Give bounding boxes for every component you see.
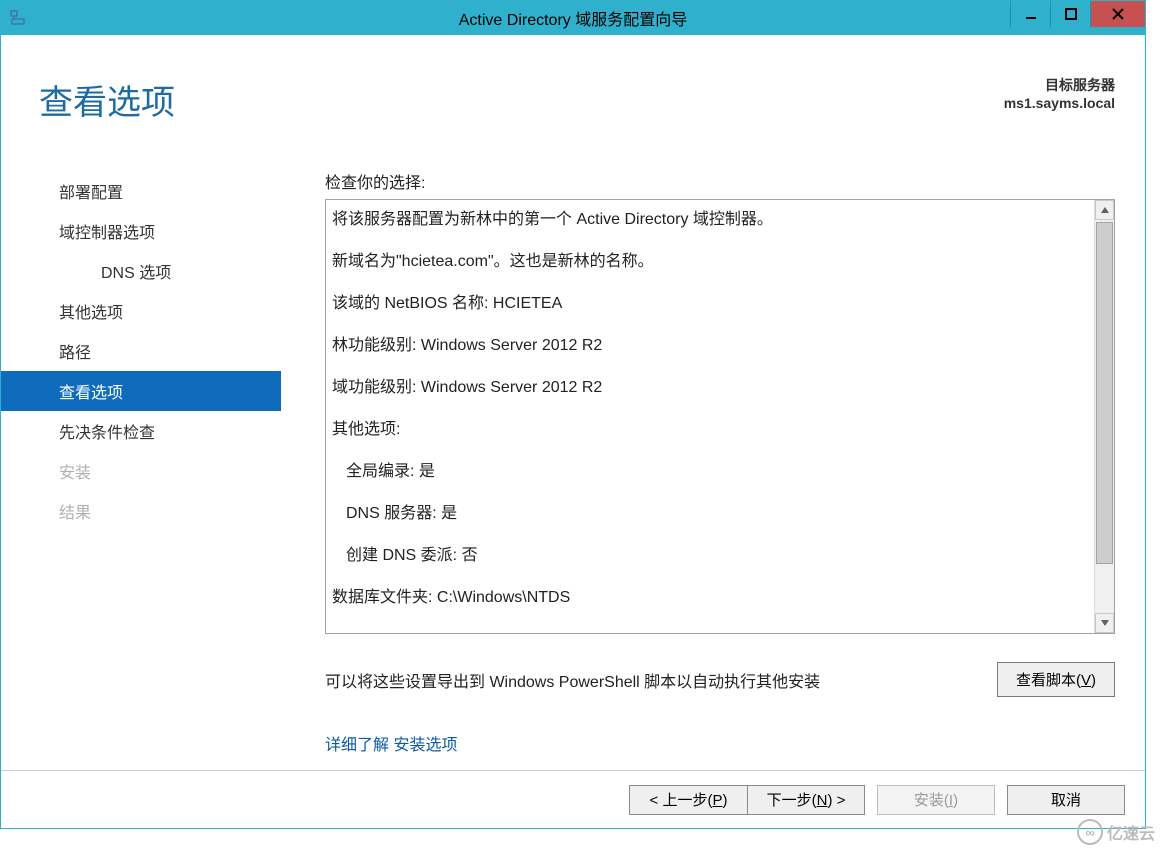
review-line-2: 该域的 NetBIOS 名称: HCIETEA — [332, 292, 1084, 316]
nav-button-group: < 上一步(P) 下一步(N) > — [629, 785, 865, 815]
review-line-9: 数据库文件夹: C:\Windows\NTDS — [332, 586, 1084, 610]
titlebar: Active Directory 域服务配置向导 — [1, 1, 1145, 35]
learn-more-row: 详细了解 安装选项 — [325, 731, 1115, 755]
sidebar-item-6[interactable]: 先决条件检查 — [1, 411, 281, 451]
sidebar-item-3[interactable]: 其他选项 — [1, 291, 281, 331]
maximize-button[interactable] — [1050, 1, 1090, 27]
install-button[interactable]: 安装(I) — [877, 785, 995, 815]
review-line-5: 其他选项: — [332, 418, 1084, 442]
window-title: Active Directory 域服务配置向导 — [1, 6, 1145, 30]
footer: < 上一步(P) 下一步(N) > 安装(I) 取消 — [1, 770, 1145, 828]
scroll-down-icon[interactable] — [1095, 613, 1114, 633]
review-line-6: 全局编录: 是 — [332, 460, 1084, 484]
body-area: 查看选项 目标服务器 ms1.sayms.local 部署配置域控制器选项DNS… — [1, 35, 1145, 828]
review-label: 检查你的选择: — [325, 169, 1115, 193]
sidebar-item-4[interactable]: 路径 — [1, 331, 281, 371]
view-script-button[interactable]: 查看脚本(V) — [997, 662, 1115, 697]
target-server-label: 目标服务器 — [1004, 75, 1115, 95]
review-line-8: 创建 DNS 委派: 否 — [332, 544, 1084, 568]
sidebar-item-5[interactable]: 查看选项 — [1, 371, 281, 411]
review-box: 将该服务器配置为新林中的第一个 Active Directory 域控制器。新域… — [325, 199, 1115, 634]
scrollbar[interactable] — [1094, 200, 1114, 633]
export-text: 可以将这些设置导出到 Windows PowerShell 脚本以自动执行其他安… — [325, 668, 820, 692]
sidebar-item-7: 安装 — [1, 451, 281, 491]
export-row: 可以将这些设置导出到 Windows PowerShell 脚本以自动执行其他安… — [325, 662, 1115, 697]
watermark: ∞ 亿速云 — [1077, 819, 1155, 845]
review-line-3: 林功能级别: Windows Server 2012 R2 — [332, 334, 1084, 358]
titlebar-buttons — [1010, 1, 1145, 27]
review-line-0: 将该服务器配置为新林中的第一个 Active Directory 域控制器。 — [332, 208, 1084, 232]
header-row: 查看选项 目标服务器 ms1.sayms.local — [1, 35, 1145, 134]
page-heading: 查看选项 — [39, 75, 175, 124]
learn-more-link[interactable]: 详细了解 — [325, 737, 389, 754]
target-server-value: ms1.sayms.local — [1004, 95, 1115, 111]
sidebar-item-8: 结果 — [1, 491, 281, 531]
app-icon — [9, 8, 29, 28]
sidebar-item-1[interactable]: 域控制器选项 — [1, 211, 281, 251]
main-pane: 检查你的选择: 将该服务器配置为新林中的第一个 Active Directory… — [281, 163, 1145, 758]
review-content: 将该服务器配置为新林中的第一个 Active Directory 域控制器。新域… — [326, 200, 1094, 633]
next-button[interactable]: 下一步(N) > — [747, 785, 865, 815]
close-button[interactable] — [1090, 1, 1145, 27]
watermark-icon: ∞ — [1077, 819, 1103, 845]
sidebar-item-2[interactable]: DNS 选项 — [1, 251, 281, 291]
scroll-up-icon[interactable] — [1095, 200, 1114, 220]
review-line-7: DNS 服务器: 是 — [332, 502, 1084, 526]
scroll-thumb[interactable] — [1096, 222, 1113, 564]
previous-button[interactable]: < 上一步(P) — [629, 785, 747, 815]
target-server-box: 目标服务器 ms1.sayms.local — [1004, 75, 1115, 111]
content-row: 部署配置域控制器选项DNS 选项其他选项路径查看选项先决条件检查安装结果 检查你… — [1, 163, 1145, 758]
cancel-button[interactable]: 取消 — [1007, 785, 1125, 815]
install-options-link[interactable]: 安装选项 — [393, 737, 457, 754]
wizard-window: Active Directory 域服务配置向导 查看选项 目标服务器 ms1.… — [0, 0, 1146, 829]
sidebar-nav: 部署配置域控制器选项DNS 选项其他选项路径查看选项先决条件检查安装结果 — [1, 163, 281, 758]
sidebar-item-0[interactable]: 部署配置 — [1, 171, 281, 211]
minimize-button[interactable] — [1010, 1, 1050, 27]
review-line-4: 域功能级别: Windows Server 2012 R2 — [332, 376, 1084, 400]
watermark-text: 亿速云 — [1107, 820, 1155, 844]
review-line-1: 新域名为"hcietea.com"。这也是新林的名称。 — [332, 250, 1084, 274]
